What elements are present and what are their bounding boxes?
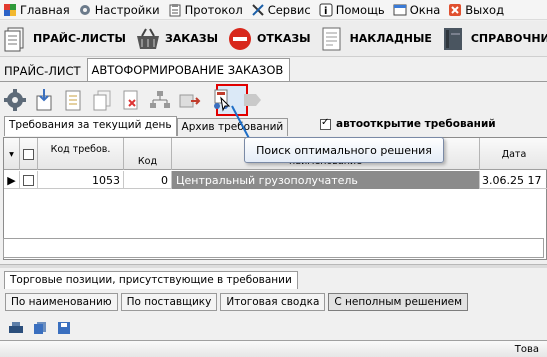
copy-icon[interactable] xyxy=(32,321,48,335)
gear-icon xyxy=(78,3,92,17)
select-all-check[interactable] xyxy=(23,148,34,160)
tab-auto-orders[interactable]: АВТОФОРМИРОВАНИЕ ЗАКАЗОВ xyxy=(86,58,291,82)
grid-footer-bar xyxy=(3,238,544,258)
menu-bar: Главная Настройки Протокол Сервис i Помо… xyxy=(0,0,547,20)
menu-item-label: Главная xyxy=(20,2,70,17)
filter-by-supplier-button[interactable]: По поставщику xyxy=(120,293,218,311)
bottom-tabs: Торговые позиции, присутствующие в требо… xyxy=(0,269,547,289)
directories-label: СПРАВОЧНИКИ xyxy=(470,32,547,45)
cell-name[interactable]: Центральный грузополучатель xyxy=(172,171,480,189)
delete-doc-icon[interactable] xyxy=(119,88,143,112)
menu-item-label: Окна xyxy=(409,2,441,17)
row-check[interactable] xyxy=(23,174,34,186)
stop-icon xyxy=(227,26,251,52)
tools-icon xyxy=(251,3,265,17)
incomplete-solution-button[interactable]: С неполным решением xyxy=(328,293,469,311)
splitter[interactable] xyxy=(0,264,547,268)
auto-open-checkbox[interactable]: автооткрытие требований xyxy=(320,117,496,130)
cell-date[interactable]: 3.06.25 17 xyxy=(480,171,547,189)
price-list-icon xyxy=(3,26,27,52)
network-icon[interactable] xyxy=(148,88,172,112)
filter-by-name-button[interactable]: По наименованию xyxy=(5,293,118,311)
directories-button[interactable]: СПРАВОЧНИКИ xyxy=(438,21,547,57)
tooltip: Поиск оптимального решения xyxy=(244,137,444,163)
menu-item-exit[interactable]: Выход xyxy=(445,0,509,20)
menu-item-label: Помощь xyxy=(335,2,385,17)
row-indicator-header: ▾ xyxy=(4,138,20,170)
menu-item-service[interactable]: Сервис xyxy=(248,0,316,20)
menu-item-protocol[interactable]: Протокол xyxy=(165,0,248,20)
refusals-button[interactable]: ОТКАЗЫ xyxy=(224,21,317,57)
menu-item-label: Выход xyxy=(465,2,505,17)
col-date-header[interactable]: Дата xyxy=(480,138,547,170)
col-goods-header[interactable]: Това xyxy=(515,344,539,355)
flag-icon xyxy=(3,3,17,17)
auto-open-check[interactable] xyxy=(320,117,331,130)
col-kod-header[interactable]: Код xyxy=(124,138,172,170)
menu-item-label: Настройки xyxy=(94,2,160,17)
menu-item-help[interactable]: i Помощь xyxy=(316,0,390,20)
menu-item-home[interactable]: Главная xyxy=(0,0,75,20)
basket-icon xyxy=(135,26,159,52)
print-icon[interactable] xyxy=(8,321,24,335)
price-lists-button[interactable]: ПРАЙС-ЛИСТЫ xyxy=(0,21,132,57)
filter-buttons: По наименованию По поставщику Итоговая с… xyxy=(5,293,471,311)
settings-gear-icon[interactable] xyxy=(3,88,27,112)
svg-text:i: i xyxy=(324,6,327,17)
windows-icon xyxy=(393,3,407,17)
exit-icon xyxy=(448,3,462,17)
book-icon xyxy=(441,26,465,52)
table-row[interactable]: ▶ 1053 0 Центральный грузополучатель 3.0… xyxy=(4,171,547,189)
col-code-header[interactable]: Код требов. xyxy=(38,138,124,170)
menu-item-settings[interactable]: Настройки xyxy=(75,0,165,20)
orders-button[interactable]: ЗАКАЗЫ xyxy=(132,21,224,57)
page-tabs: ПРАЙС-ЛИСТ АВТОФОРМИРОВАНИЕ ЗАКАЗОВ xyxy=(0,58,547,82)
summary-button[interactable]: Итоговая сводка xyxy=(220,293,326,311)
orders-label: ЗАКАЗЫ xyxy=(164,32,218,45)
price-lists-label: ПРАЙС-ЛИСТЫ xyxy=(33,32,126,45)
clipboard-icon xyxy=(168,3,182,17)
row-pointer-icon: ▶ xyxy=(4,171,20,189)
document-icon[interactable] xyxy=(61,88,85,112)
tab-current-day[interactable]: Требования за текущий день xyxy=(4,116,177,136)
tab-trade-positions[interactable]: Торговые позиции, присутствующие в требо… xyxy=(4,271,298,289)
auto-open-label: автооткрытие требований xyxy=(336,118,496,130)
app-window: Главная Настройки Протокол Сервис i Помо… xyxy=(0,0,547,357)
bottom-toolbar xyxy=(8,321,80,335)
cell-code[interactable]: 1053 xyxy=(38,171,124,189)
menu-item-windows[interactable]: Окна xyxy=(390,0,446,20)
download-doc-icon[interactable] xyxy=(32,88,56,112)
invoices-label: НАКЛАДНЫЕ xyxy=(349,32,432,45)
action-toolbar xyxy=(0,84,547,116)
positions-grid-header: Това xyxy=(0,340,547,357)
menu-item-label: Сервис xyxy=(267,2,311,17)
invoices-button[interactable]: НАКЛАДНЫЕ xyxy=(317,21,438,57)
invoice-icon xyxy=(320,26,344,52)
select-all-header[interactable] xyxy=(20,138,38,170)
main-toolbar: ПРАЙС-ЛИСТЫ ЗАКАЗЫ ОТКАЗЫ НАКЛАДНЫЕ СПРА… xyxy=(0,21,547,57)
chevron-down-icon: ▾ xyxy=(9,148,14,160)
tab-price-list[interactable]: ПРАЙС-ЛИСТ xyxy=(0,60,87,82)
copy-doc-icon[interactable] xyxy=(90,88,114,112)
transfer-icon[interactable] xyxy=(177,88,201,112)
tooltip-text: Поиск оптимального решения xyxy=(256,143,432,157)
save-icon[interactable] xyxy=(56,321,72,335)
refusals-label: ОТКАЗЫ xyxy=(257,32,311,45)
info-icon: i xyxy=(319,3,333,17)
menu-item-label: Протокол xyxy=(184,2,243,17)
tab-divider xyxy=(0,81,547,82)
row-select-cell[interactable] xyxy=(20,171,38,189)
cell-kod[interactable]: 0 xyxy=(124,171,172,189)
